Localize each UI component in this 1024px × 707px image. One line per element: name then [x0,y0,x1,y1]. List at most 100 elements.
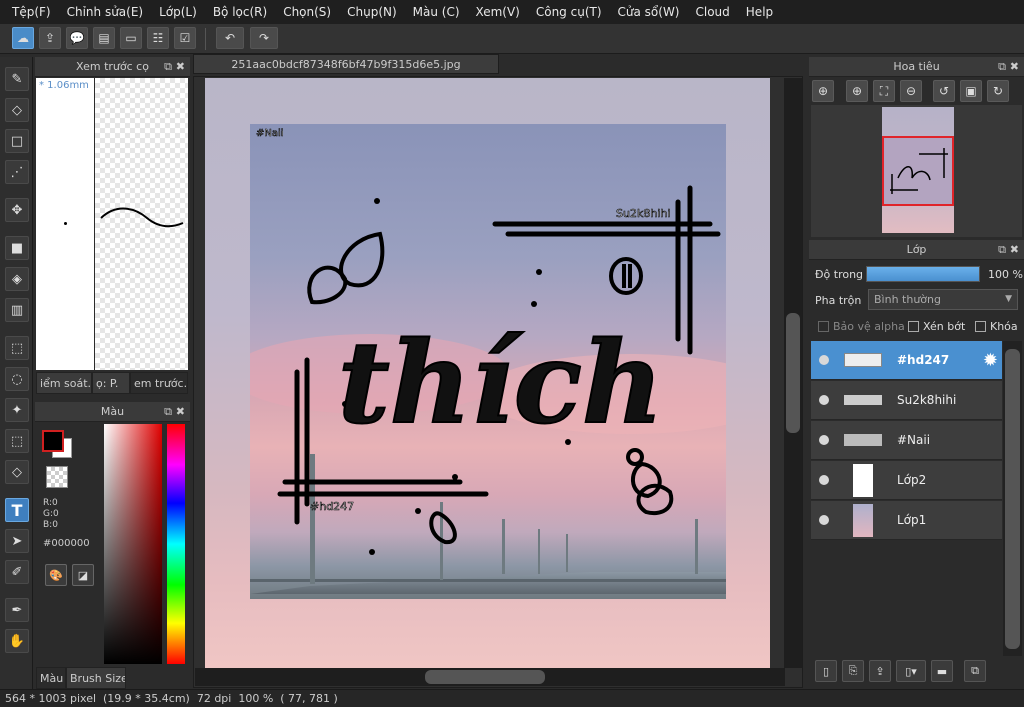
clipping-checkbox[interactable] [908,321,919,332]
add-layer-dropdown-icon[interactable]: ▯▾ [896,660,926,682]
layer-row[interactable]: Su2k8hihi [811,381,1002,420]
close-icon[interactable]: ✖ [1010,57,1019,77]
menu-select[interactable]: Chọn(S) [275,0,339,24]
hue-slider[interactable] [167,424,185,664]
close-icon[interactable]: ✖ [176,57,185,77]
duplicate-layer-icon[interactable]: ⧉ [964,660,986,682]
visibility-eye-icon[interactable] [819,475,829,485]
protect-alpha-checkbox[interactable] [818,321,829,332]
lock-option[interactable]: Khóa [975,320,1018,333]
document-icon[interactable]: ▭ [120,27,142,49]
visibility-eye-icon[interactable] [819,395,829,405]
menu-color[interactable]: Màu (C) [405,0,468,24]
magic-wand-tool-icon[interactable]: ✦ [5,398,29,422]
document-tab[interactable]: 251aac0bdcf87348f6bf47b9f315d6e5.jpg [193,54,499,74]
palette-icon[interactable]: 🎨 [45,564,67,586]
menu-capture[interactable]: Chụp(N) [339,0,405,24]
float-icon[interactable]: ⧉ [998,240,1006,260]
gradient-tool-icon[interactable]: ▥ [5,298,29,322]
list-icon[interactable]: ☷ [147,27,169,49]
eyedropper-tool-icon[interactable]: ✒ [5,598,29,622]
horizontal-scrollbar[interactable] [195,668,785,686]
dot-brush-tool-icon[interactable]: ⋰ [5,160,29,184]
layer-scrollbar[interactable] [1003,341,1022,656]
reset-view-icon[interactable]: ▣ [960,80,982,102]
float-icon[interactable]: ⧉ [998,57,1006,77]
close-icon[interactable]: ✖ [176,402,185,422]
new-layer-8bit-icon[interactable]: ⎘ [842,660,864,682]
folder-icon[interactable]: ▬ [931,660,953,682]
gear-icon[interactable]: ✹ [983,350,998,371]
text-tool-icon[interactable]: T [5,498,29,522]
bucket-tool-icon[interactable]: ◈ [5,267,29,291]
tab-brush-preview[interactable]: em trước. [130,372,188,394]
share-icon[interactable]: ⇪ [39,27,61,49]
opacity-slider[interactable] [866,266,980,282]
eraser-tool-icon[interactable]: ◇ [5,98,29,122]
new-layer-1bit-icon[interactable]: ⇪ [869,660,891,682]
menu-edit[interactable]: Chỉnh sửa(E) [59,0,152,24]
color-picker-icon[interactable]: ◪ [72,564,94,586]
fill-rect-tool-icon[interactable]: ■ [5,236,29,260]
navigator-viewport-frame[interactable] [882,136,954,206]
artwork-image[interactable]: thích #Naii Su2k8hihi #hd247 [250,124,726,599]
horizontal-scroll-thumb[interactable] [425,670,545,684]
lock-checkbox[interactable] [975,321,986,332]
blend-tool-icon[interactable]: ✐ [5,560,29,584]
vertical-scroll-thumb[interactable] [786,313,800,433]
rotate-left-icon[interactable]: ↺ [933,80,955,102]
comment-icon[interactable]: ▤ [93,27,115,49]
tab-color[interactable]: Màu [36,667,66,689]
move-tool-icon[interactable]: ✥ [5,198,29,222]
transparent-color-swatch[interactable] [46,466,68,488]
menu-window[interactable]: Cửa sổ(W) [610,0,688,24]
checklist-icon[interactable]: ☑ [174,27,196,49]
select-eraser-tool-icon[interactable]: ◇ [5,460,29,484]
menu-filter[interactable]: Bộ lọc(R) [205,0,275,24]
rotate-right-icon[interactable]: ↻ [987,80,1009,102]
vertical-scrollbar[interactable] [784,78,802,668]
menu-help[interactable]: Help [738,0,781,24]
brush-tool-icon[interactable]: ✎ [5,67,29,91]
fit-window-icon[interactable]: ⛶ [873,80,895,102]
operation-tool-icon[interactable]: ➤ [5,529,29,553]
clipping-option[interactable]: Xén bớt [908,320,965,333]
menu-cloud[interactable]: Cloud [688,0,738,24]
new-layer-icon[interactable]: ▯ [815,660,837,682]
undo-icon[interactable]: ↶ [216,27,244,49]
zoom-out-icon[interactable]: ⊖ [900,80,922,102]
visibility-eye-icon[interactable] [819,435,829,445]
menu-tools[interactable]: Công cụ(T) [528,0,610,24]
rectangle-tool-icon[interactable]: □ [5,129,29,153]
tab-brush-p[interactable]: ọ: P. [92,372,130,394]
visibility-eye-icon[interactable] [819,355,829,365]
redo-icon[interactable]: ↷ [250,27,278,49]
menu-file[interactable]: Tệp(F) [4,0,59,24]
menu-layer[interactable]: Lớp(L) [151,0,205,24]
cloud-icon[interactable]: ☁ [12,27,34,49]
saturation-value-picker[interactable] [104,424,162,664]
layer-row[interactable]: Lớp2 [811,461,1002,500]
blend-mode-select[interactable]: Bình thường ▼ [868,289,1018,310]
tab-brush-control[interactable]: iểm soát. [36,372,92,394]
zoom-in-icon[interactable]: ⊕ [846,80,868,102]
visibility-eye-icon[interactable] [819,515,829,525]
brush-size-list[interactable]: * 1.06mm [36,78,94,370]
close-icon[interactable]: ✖ [1010,240,1019,260]
hand-tool-icon[interactable]: ✋ [5,629,29,653]
tab-brush-size[interactable]: Brush Size [66,667,126,689]
protect-alpha-option[interactable]: Bảo vệ alpha [818,320,905,333]
select-pen-tool-icon[interactable]: ⬚ [5,429,29,453]
rect-select-tool-icon[interactable]: ⬚ [5,336,29,360]
menu-view[interactable]: Xem(V) [468,0,528,24]
layer-row[interactable]: Lớp1 [811,501,1002,540]
foreground-color-swatch[interactable] [42,430,64,452]
layer-row[interactable]: #hd247 ✹ [811,341,1002,380]
layer-row[interactable]: #Naii [811,421,1002,460]
lasso-tool-icon[interactable]: ◌ [5,367,29,391]
layer-scroll-thumb[interactable] [1005,349,1020,649]
zoom-fit-icon[interactable]: ⊕ [812,80,834,102]
float-icon[interactable]: ⧉ [164,57,172,77]
float-icon[interactable]: ⧉ [164,402,172,422]
speech-bubble-icon[interactable]: 💬 [66,27,88,49]
